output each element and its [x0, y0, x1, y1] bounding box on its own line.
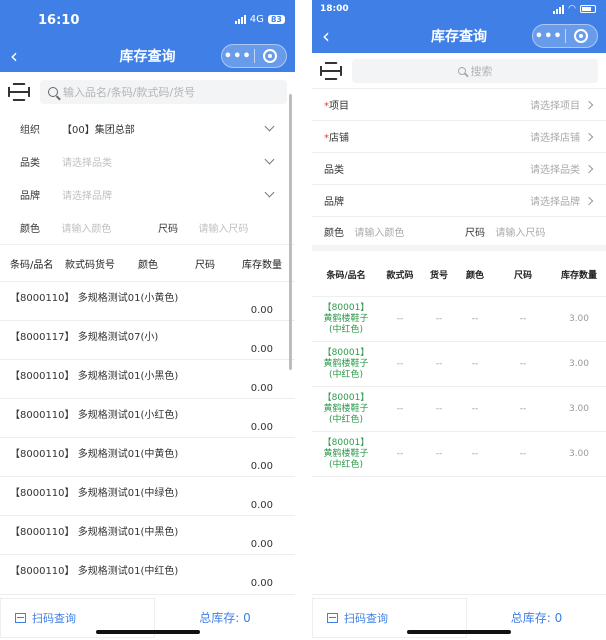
- filter-category[interactable]: 品类 请选择品类: [0, 145, 295, 178]
- org-value: 【00】集团总部: [62, 125, 135, 136]
- target-circle-icon[interactable]: [255, 49, 287, 63]
- filter-org[interactable]: 组织 【00】集团总部: [0, 112, 295, 145]
- scan-icon: [15, 612, 26, 623]
- footer-bar: 扫码查询 总库存: 0: [0, 594, 295, 640]
- status-bar: 18:00 ◠: [312, 0, 606, 20]
- scan-icon: [327, 612, 338, 623]
- home-indicator: [95, 630, 200, 634]
- table-row[interactable]: 【80001】 黄鹤楼鞋子 (中红色) -- -- -- -- 3.00: [312, 342, 606, 387]
- table-row[interactable]: 【80001】 黄鹤楼鞋子 (中红色) -- -- -- -- 3.00: [312, 432, 606, 477]
- search-icon: [48, 87, 58, 97]
- battery-icon: [580, 5, 596, 13]
- table-header: 条码/品名 款式码货号 颜色 尺码 库存数量: [0, 244, 295, 281]
- left-header: 16:10 4G 83 ‹ 库存查询 •••: [0, 0, 295, 72]
- footer-bar: 扫码查询 总库存: 0: [312, 594, 606, 640]
- status-time: 18:00: [320, 4, 349, 14]
- table-header: 条码/品名 款式码 货号 颜色 尺码 库存数量: [312, 253, 606, 297]
- list-item[interactable]: 【8000110】 多规格测试01(中黄色) 0.00: [0, 437, 295, 476]
- filter-store[interactable]: *店铺 请选择店铺: [312, 121, 606, 153]
- scrollbar[interactable]: [289, 94, 292, 370]
- size-input[interactable]: 请输入尺码: [495, 224, 606, 239]
- color-input[interactable]: 请输入颜色: [354, 224, 465, 239]
- search-icon: [457, 66, 466, 75]
- chevron-right-icon: [584, 164, 594, 173]
- chevron-down-icon: [264, 154, 275, 165]
- chevron-right-icon: [584, 196, 594, 205]
- search-input[interactable]: 搜索: [352, 58, 598, 83]
- filter-category[interactable]: 品类 请选择品类: [312, 153, 606, 185]
- filter-color-size: 颜色 请输入颜色 尺码 请输入尺码: [312, 217, 606, 251]
- list-item[interactable]: 【8000110】 多规格测试01(中红色) 0.00: [0, 554, 295, 593]
- search-row: 搜索: [312, 53, 606, 89]
- signal-icon: [553, 4, 565, 14]
- status-time: 16:10: [38, 13, 80, 28]
- total-stock: 总库存: 0: [199, 611, 251, 625]
- left-phone-screen: 16:10 4G 83 ‹ 库存查询 ••• 输入品名/条码/款式码/货号 组织…: [0, 0, 295, 640]
- search-placeholder: 输入品名/条码/款式码/货号: [63, 86, 196, 99]
- total-stock: 总库存: 0: [510, 611, 563, 625]
- chevron-left-icon[interactable]: ‹: [10, 46, 18, 66]
- size-input[interactable]: 请输入尺码: [198, 220, 295, 235]
- right-header: 18:00 ◠ ‹ 库存查询 •••: [312, 0, 606, 53]
- filter-brand[interactable]: 品牌 请选择品牌: [312, 185, 606, 217]
- wifi-icon: ◠: [568, 4, 576, 14]
- more-dots-icon[interactable]: •••: [533, 29, 565, 44]
- table-row[interactable]: 【80001】 黄鹤楼鞋子 (中红色) -- -- -- -- 3.00: [312, 387, 606, 432]
- stock-table: 【80001】 黄鹤楼鞋子 (中红色) -- -- -- -- 3.00 【8000…: [312, 297, 606, 477]
- search-placeholder: 搜索: [470, 64, 493, 78]
- color-input[interactable]: 请输入颜色: [61, 220, 158, 235]
- chevron-right-icon: [584, 100, 594, 109]
- search-row: 输入品名/条码/款式码/货号: [0, 72, 295, 112]
- stock-list: 【8000110】 多规格测试01(小黄色) 0.00 【8000117】 多规格…: [0, 281, 295, 593]
- signal-icon: [234, 15, 246, 24]
- right-phone-screen: 18:00 ◠ ‹ 库存查询 ••• 搜索 *项目 请选择项目 *店铺 请选择店…: [312, 0, 606, 640]
- more-dots-icon[interactable]: •••: [222, 49, 254, 64]
- list-item[interactable]: 【8000110】 多规格测试01(小黄色) 0.00: [0, 281, 295, 320]
- filter-project[interactable]: *项目 请选择项目: [312, 89, 606, 121]
- list-item[interactable]: 【8000110】 多规格测试01(中黑色) 0.00: [0, 515, 295, 554]
- chevron-left-icon[interactable]: ‹: [322, 26, 330, 46]
- target-circle-icon[interactable]: [566, 29, 598, 43]
- table-row[interactable]: 【80001】 黄鹤楼鞋子 (中红色) -- -- -- -- 3.00: [312, 297, 606, 342]
- list-item[interactable]: 【8000110】 多规格测试01(小黑色) 0.00: [0, 359, 295, 398]
- mini-program-capsule: •••: [221, 44, 287, 68]
- list-item[interactable]: 【8000110】 多规格测试01(中绿色) 0.00: [0, 476, 295, 515]
- list-item[interactable]: 【8000117】 多规格测试07(小) 0.00: [0, 320, 295, 359]
- search-input[interactable]: 输入品名/条码/款式码/货号: [40, 80, 287, 104]
- chevron-down-icon: [264, 187, 275, 198]
- status-bar: 16:10 4G 83: [0, 0, 295, 28]
- battery-icon: 83: [267, 15, 285, 24]
- filter-color-size: 颜色 请输入颜色 尺码 请输入尺码: [0, 211, 295, 244]
- list-item[interactable]: 【8000110】 多规格测试01(小红色) 0.00: [0, 398, 295, 437]
- network-label: 4G: [249, 14, 264, 25]
- mini-program-capsule: •••: [532, 24, 598, 48]
- chevron-down-icon: [264, 121, 275, 132]
- chevron-right-icon: [584, 132, 594, 141]
- filter-brand[interactable]: 品牌 请选择品牌: [0, 178, 295, 211]
- scan-icon[interactable]: [320, 62, 342, 80]
- home-indicator: [407, 630, 511, 634]
- scan-icon[interactable]: [8, 83, 30, 101]
